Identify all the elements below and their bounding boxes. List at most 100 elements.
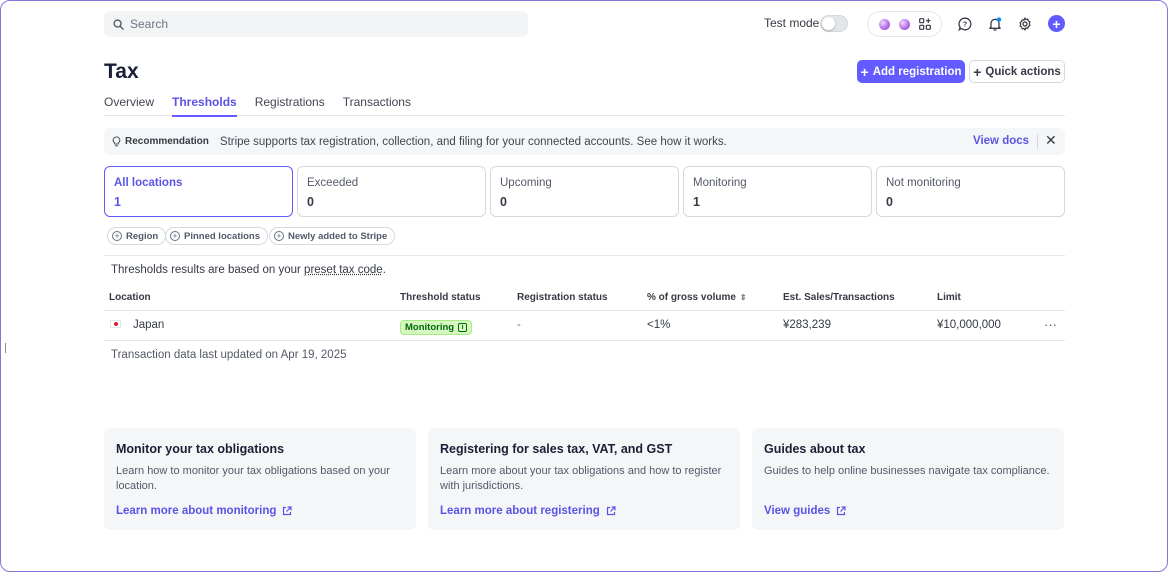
gross-volume-cell: <1% bbox=[647, 319, 671, 331]
resource-card-registering: Registering for sales tax, VAT, and GST … bbox=[428, 428, 740, 530]
table-header-divider bbox=[104, 310, 1065, 311]
filter-label: Pinned locations bbox=[184, 230, 261, 242]
resource-card-guides: Guides about tax Guides to help online b… bbox=[752, 428, 1064, 530]
page-title: Tax bbox=[104, 60, 139, 83]
card-value: 0 bbox=[500, 195, 507, 209]
lightbulb-icon bbox=[112, 136, 121, 147]
resource-body: Guides to help online businesses navigat… bbox=[764, 465, 1050, 477]
settings-gear-icon[interactable] bbox=[1015, 14, 1035, 34]
test-mode-label: Test mode bbox=[764, 16, 820, 30]
column-header-threshold-status[interactable]: Threshold status bbox=[400, 292, 481, 303]
tab-transactions[interactable]: Transactions bbox=[343, 95, 411, 116]
column-header-gross-volume[interactable]: % of gross volume ⇕ bbox=[647, 292, 747, 303]
search-icon bbox=[113, 18, 124, 30]
column-header-location[interactable]: Location bbox=[109, 292, 151, 303]
column-header-registration-status[interactable]: Registration status bbox=[517, 292, 608, 303]
app-window: Search Test mode ? + Tax + Add registrat… bbox=[0, 0, 1168, 572]
add-registration-label: Add registration bbox=[872, 65, 962, 78]
resize-handle[interactable] bbox=[5, 343, 6, 353]
quick-actions-label: Quick actions bbox=[985, 65, 1061, 78]
resource-title: Registering for sales tax, VAT, and GST bbox=[440, 442, 673, 456]
card-monitoring[interactable]: Monitoring 1 bbox=[683, 166, 872, 217]
resource-card-monitoring: Monitor your tax obligations Learn how t… bbox=[104, 428, 416, 530]
resource-body: Learn more about your tax obligations an… bbox=[440, 465, 722, 492]
card-label: Monitoring bbox=[693, 177, 747, 189]
card-not-monitoring[interactable]: Not monitoring 0 bbox=[876, 166, 1065, 217]
japan-flag-icon bbox=[110, 320, 121, 328]
filter-pinned-locations[interactable]: + Pinned locations bbox=[165, 227, 269, 245]
plus-icon: + bbox=[973, 63, 982, 80]
filter-label: Newly added to Stripe bbox=[288, 230, 388, 242]
toggle-knob bbox=[822, 17, 835, 30]
quick-actions-button[interactable]: + Quick actions bbox=[969, 60, 1065, 83]
column-header-limit[interactable]: Limit bbox=[937, 292, 961, 303]
add-registration-button[interactable]: + Add registration bbox=[857, 60, 965, 83]
card-label: Not monitoring bbox=[886, 177, 961, 189]
filter-region[interactable]: + Region bbox=[107, 227, 167, 245]
resource-body: Learn how to monitor your tax obligation… bbox=[116, 465, 390, 492]
recommendation-tag: Recommendation bbox=[125, 136, 209, 147]
view-docs-link[interactable]: View docs bbox=[973, 135, 1029, 147]
tab-bar: Overview Thresholds Registrations Transa… bbox=[104, 95, 1065, 117]
row-more-actions-icon[interactable]: ··· bbox=[1044, 317, 1057, 332]
app-orb-icon[interactable] bbox=[898, 18, 910, 30]
location-cell[interactable]: Japan bbox=[133, 319, 164, 331]
resource-title: Guides about tax bbox=[764, 442, 866, 456]
limit-cell: ¥10,000,000 bbox=[937, 319, 1001, 331]
plus-circle-icon: + bbox=[170, 231, 180, 241]
preset-tax-code-link[interactable]: preset tax code bbox=[304, 264, 383, 276]
registration-status-cell: - bbox=[517, 319, 521, 331]
column-header-est-sales[interactable]: Est. Sales/Transactions bbox=[783, 292, 895, 303]
thresholds-note: Thresholds results are based on your pre… bbox=[111, 264, 386, 276]
card-label: Upcoming bbox=[500, 177, 552, 189]
resource-link-label: Learn more about registering bbox=[440, 505, 600, 517]
table-row-divider bbox=[104, 340, 1065, 341]
tab-overview[interactable]: Overview bbox=[104, 95, 154, 116]
learn-more-monitoring-link[interactable]: Learn more about monitoring bbox=[116, 505, 292, 517]
external-link-icon bbox=[837, 506, 846, 516]
view-guides-link[interactable]: View guides bbox=[764, 505, 846, 517]
close-icon[interactable]: ✕ bbox=[1045, 132, 1057, 149]
flag-dot bbox=[113, 322, 118, 326]
info-icon: i bbox=[458, 323, 468, 332]
external-link-icon bbox=[606, 506, 616, 516]
resource-link-label: Learn more about monitoring bbox=[116, 505, 277, 517]
tab-thresholds[interactable]: Thresholds bbox=[172, 95, 237, 117]
notifications-bell-icon[interactable] bbox=[985, 14, 1005, 34]
card-exceeded[interactable]: Exceeded 0 bbox=[297, 166, 486, 217]
card-value: 1 bbox=[114, 195, 121, 209]
resource-title: Monitor your tax obligations bbox=[116, 442, 285, 456]
learn-more-registering-link[interactable]: Learn more about registering bbox=[440, 505, 616, 517]
search-input[interactable]: Search bbox=[130, 17, 168, 31]
plus-circle-icon: + bbox=[274, 231, 284, 241]
banner-divider bbox=[1037, 134, 1038, 149]
apps-switcher[interactable] bbox=[867, 11, 942, 37]
help-icon[interactable]: ? bbox=[955, 14, 975, 34]
external-link-icon bbox=[283, 506, 292, 516]
card-value: 0 bbox=[307, 195, 314, 209]
card-value: 0 bbox=[886, 195, 893, 209]
tab-registrations[interactable]: Registrations bbox=[255, 95, 325, 116]
app-orb-icon[interactable] bbox=[878, 18, 890, 30]
card-upcoming[interactable]: Upcoming 0 bbox=[490, 166, 679, 217]
svg-text:?: ? bbox=[963, 22, 967, 29]
card-all-locations[interactable]: All locations 1 bbox=[104, 166, 293, 217]
create-new-plus-icon[interactable]: + bbox=[1048, 15, 1065, 32]
card-label: All locations bbox=[114, 177, 183, 189]
status-badge: Monitoring i bbox=[400, 320, 473, 335]
data-updated-note: Transaction data last updated on Apr 19,… bbox=[111, 349, 347, 361]
note-suffix: . bbox=[382, 264, 386, 276]
status-badge-label: Monitoring bbox=[405, 322, 455, 333]
sort-icon: ⇕ bbox=[739, 293, 747, 302]
plus-icon: + bbox=[860, 63, 869, 80]
card-value: 1 bbox=[693, 195, 700, 209]
apps-grid-icon[interactable] bbox=[918, 18, 931, 30]
divider bbox=[104, 255, 1065, 256]
plus-circle-icon: + bbox=[112, 231, 122, 241]
card-label: Exceeded bbox=[307, 177, 359, 189]
est-sales-cell: ¥283,239 bbox=[783, 319, 831, 331]
test-mode-toggle[interactable] bbox=[820, 15, 848, 32]
filter-label: Region bbox=[126, 230, 159, 242]
filter-newly-added[interactable]: + Newly added to Stripe bbox=[269, 227, 396, 245]
search-bar[interactable]: Search bbox=[104, 11, 528, 37]
